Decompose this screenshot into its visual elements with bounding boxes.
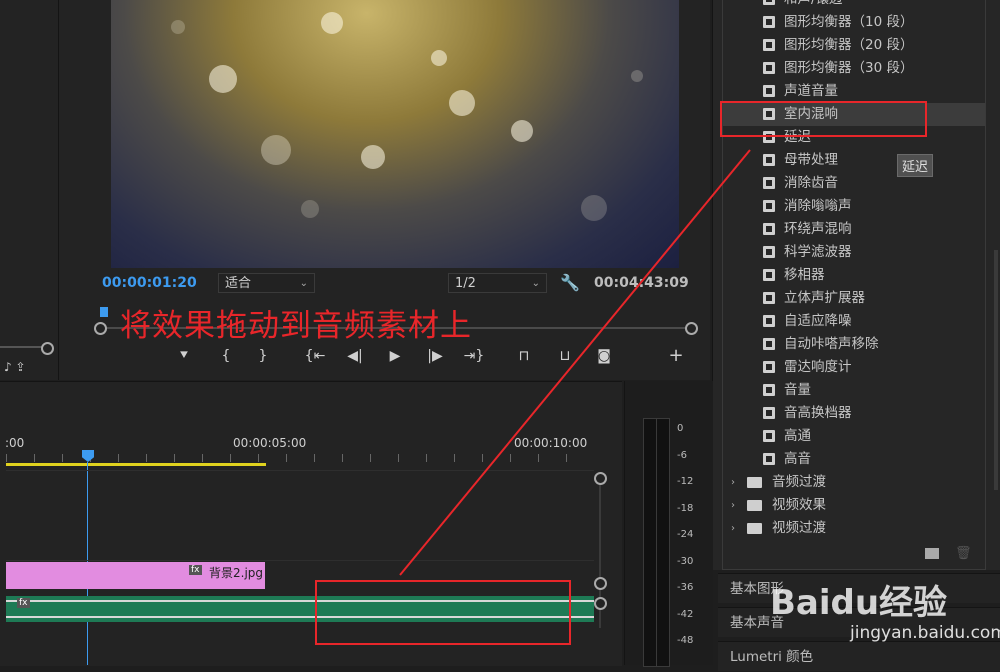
watermark-url: jingyan.baidu.com xyxy=(850,623,1000,643)
watermark-logo: Baidu经验 xyxy=(770,583,948,623)
drag-arrow-line xyxy=(399,149,751,576)
